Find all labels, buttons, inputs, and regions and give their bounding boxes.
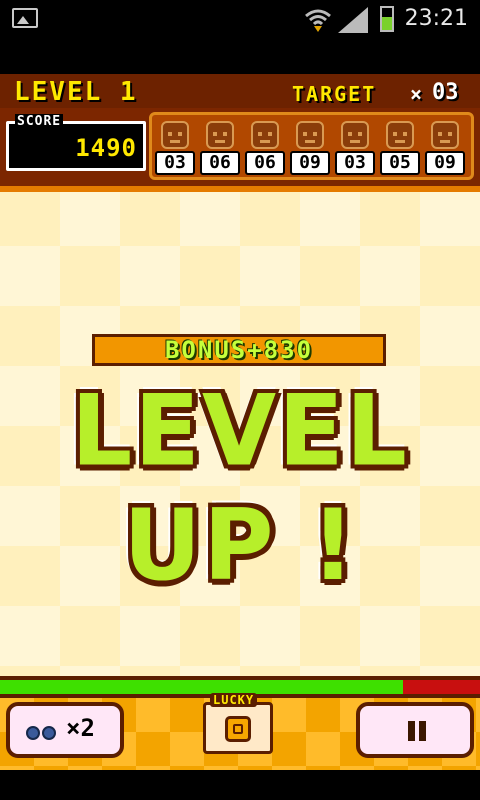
target-count: 09	[425, 151, 465, 175]
board-cell	[0, 186, 60, 246]
target-count: 09	[290, 151, 330, 175]
board-cell	[360, 186, 420, 246]
footer-tile	[306, 732, 340, 766]
item-button[interactable]: ×2	[6, 702, 124, 758]
deer-icon	[251, 121, 279, 149]
bonus-text: BONUS+830	[164, 336, 314, 364]
battery-icon	[380, 6, 394, 32]
target-count: 03	[335, 151, 375, 175]
binoculars-icon	[26, 722, 58, 740]
level-up-banner: LEVEL UP !	[71, 373, 409, 603]
footer-tile	[170, 732, 204, 766]
board-cell	[420, 246, 480, 306]
score-label: SCORE	[15, 114, 64, 129]
wifi-icon	[305, 9, 331, 32]
score-box: SCORE 1490	[6, 114, 146, 171]
item-count: ×2	[66, 714, 95, 742]
target-count: 06	[200, 151, 240, 175]
lion-icon	[431, 121, 459, 149]
target-item-deer: 06	[243, 117, 287, 179]
board-cell	[180, 246, 240, 306]
target-item-rabbit: 05	[378, 117, 422, 179]
target-item-monkey: 03	[153, 117, 197, 179]
board-cell	[240, 186, 300, 246]
board-cell	[180, 606, 240, 666]
target-item-owl: 06	[198, 117, 242, 179]
target-value: 03	[432, 80, 459, 105]
status-bar: 23:21	[0, 0, 480, 38]
board-cell	[300, 246, 360, 306]
rabbit-icon	[386, 121, 414, 149]
owl-icon	[206, 121, 234, 149]
board-cell	[420, 606, 480, 666]
progress-fill	[0, 680, 404, 694]
hippo-icon	[296, 121, 324, 149]
signal-icon	[338, 7, 368, 33]
board-edge	[0, 186, 480, 192]
footer-tile	[136, 698, 170, 732]
lucky-label: LUCKY	[210, 693, 258, 707]
target-item-hippo: 09	[288, 117, 332, 179]
board-cell	[60, 246, 120, 306]
pause-button[interactable]	[356, 702, 474, 758]
target-item-lion: 09	[423, 117, 467, 179]
score-value: 1490	[75, 134, 137, 162]
target-count: 05	[380, 151, 420, 175]
clock: 23:21	[404, 6, 468, 31]
board-cell	[120, 186, 180, 246]
targets-panel: 03 06 06 09 03 05 09	[149, 112, 474, 180]
target-item-elephant: 03	[333, 117, 377, 179]
target-multiplier: ×	[410, 82, 423, 106]
elephant-icon	[341, 121, 369, 149]
header-bar: LEVEL 1 TARGET × 03	[0, 74, 480, 108]
lucky-button[interactable]: LUCKY	[203, 693, 273, 754]
footer-tile	[476, 698, 480, 732]
board-cell	[60, 606, 120, 666]
game-screen: 23:21 LEVEL 1 TARGET × 03 SCORE 1490 03 …	[0, 0, 480, 800]
image-icon	[12, 8, 38, 28]
board-cell	[300, 606, 360, 666]
board-cell	[0, 306, 60, 366]
monkey-icon	[161, 121, 189, 149]
footer-bar: ×2 LUCKY	[0, 693, 480, 800]
bonus-banner: BONUS+830	[92, 334, 386, 366]
lucky-box-icon	[225, 716, 251, 742]
target-label: TARGET	[292, 82, 377, 106]
pause-icon	[406, 721, 428, 741]
target-count: 03	[155, 151, 195, 175]
bottom-edge	[0, 770, 480, 800]
game-header: LEVEL 1 TARGET × 03 SCORE 1490 03 06 06	[0, 74, 480, 186]
footer-tile	[272, 698, 306, 732]
target-count: 06	[245, 151, 285, 175]
level-label: LEVEL 1	[14, 77, 138, 107]
